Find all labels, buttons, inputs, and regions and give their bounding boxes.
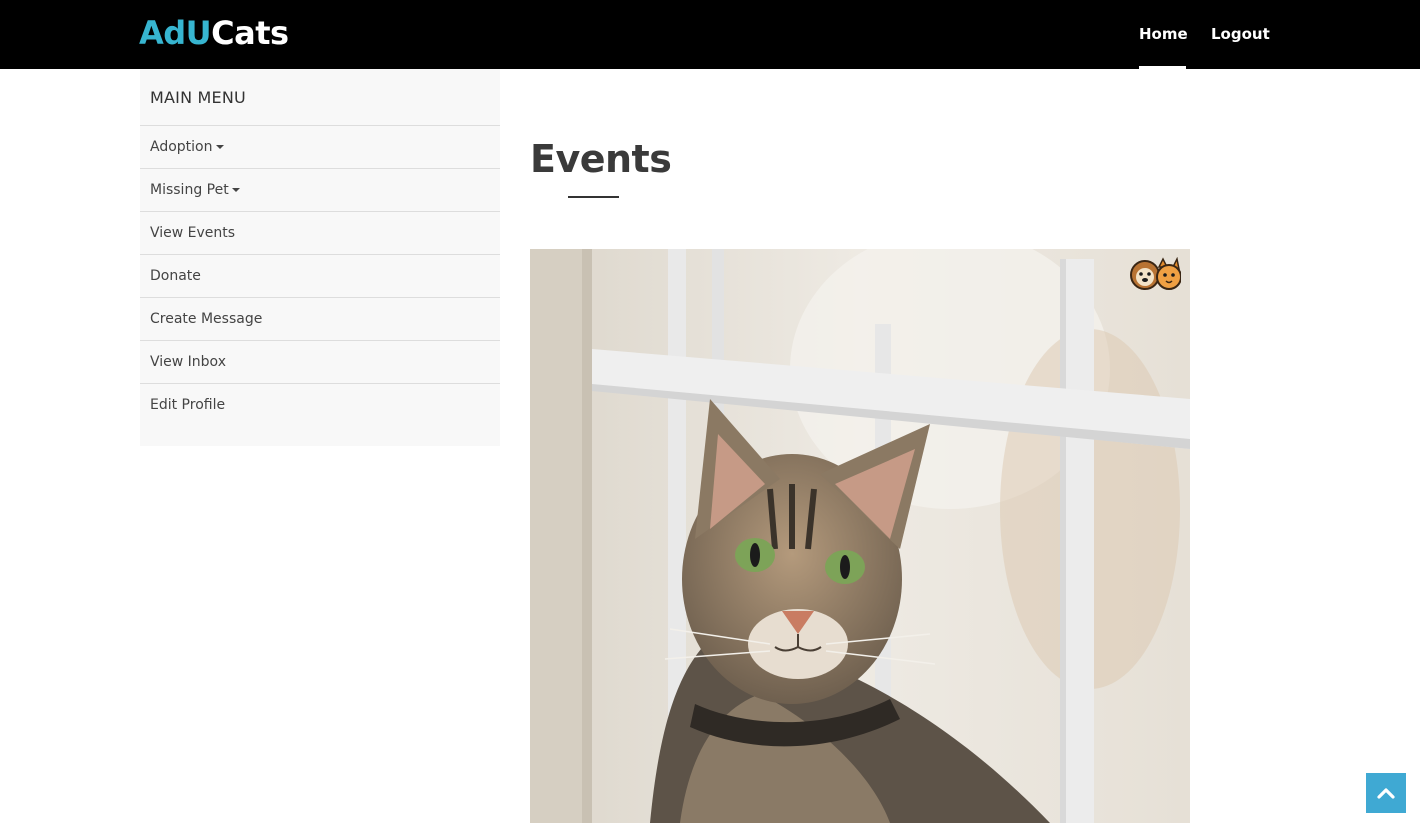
sidebar-item-label: Adoption [150, 139, 213, 155]
chevron-up-icon [1377, 788, 1395, 799]
caret-down-icon [215, 145, 224, 149]
scroll-to-top-button[interactable] [1366, 773, 1406, 813]
brand-logo[interactable]: AdUCats [139, 14, 289, 52]
sidebar-item-label: View Inbox [150, 354, 226, 370]
sidebar-title: MAIN MENU [150, 88, 246, 107]
brand-part1: AdU [139, 14, 212, 52]
sidebar-menu: Adoption Missing Pet View Events Donate … [140, 125, 500, 426]
caret-down-icon [231, 188, 240, 192]
sidebar-item-edit-profile[interactable]: Edit Profile [140, 383, 500, 426]
brand-part2: Cats [211, 14, 289, 52]
top-navbar: AdUCats Home Logout [0, 0, 1420, 69]
sidebar-item-label: Edit Profile [150, 397, 226, 413]
dog-cat-badge-icon [1129, 256, 1182, 293]
sidebar-item-missing-pet[interactable]: Missing Pet [140, 168, 500, 211]
event-photo [530, 249, 1190, 823]
nav-logout-link[interactable]: Logout [1211, 0, 1270, 69]
nav-home-link[interactable]: Home [1139, 0, 1188, 69]
sidebar-item-create-message[interactable]: Create Message [140, 297, 500, 340]
sidebar: MAIN MENU Adoption Missing Pet View Even… [140, 69, 500, 446]
sidebar-item-label: Missing Pet [150, 182, 229, 198]
sidebar-item-label: Donate [150, 268, 201, 284]
sidebar-item-adoption[interactable]: Adoption [140, 125, 500, 168]
sidebar-item-label: Create Message [150, 311, 263, 327]
sidebar-item-donate[interactable]: Donate [140, 254, 500, 297]
sidebar-item-label: View Events [150, 225, 236, 241]
sidebar-item-view-events[interactable]: View Events [140, 211, 500, 254]
sidebar-item-view-inbox[interactable]: View Inbox [140, 340, 500, 383]
title-underline [568, 196, 619, 198]
cat-photo-illustration [530, 249, 1190, 823]
page-title: Events [530, 137, 672, 181]
